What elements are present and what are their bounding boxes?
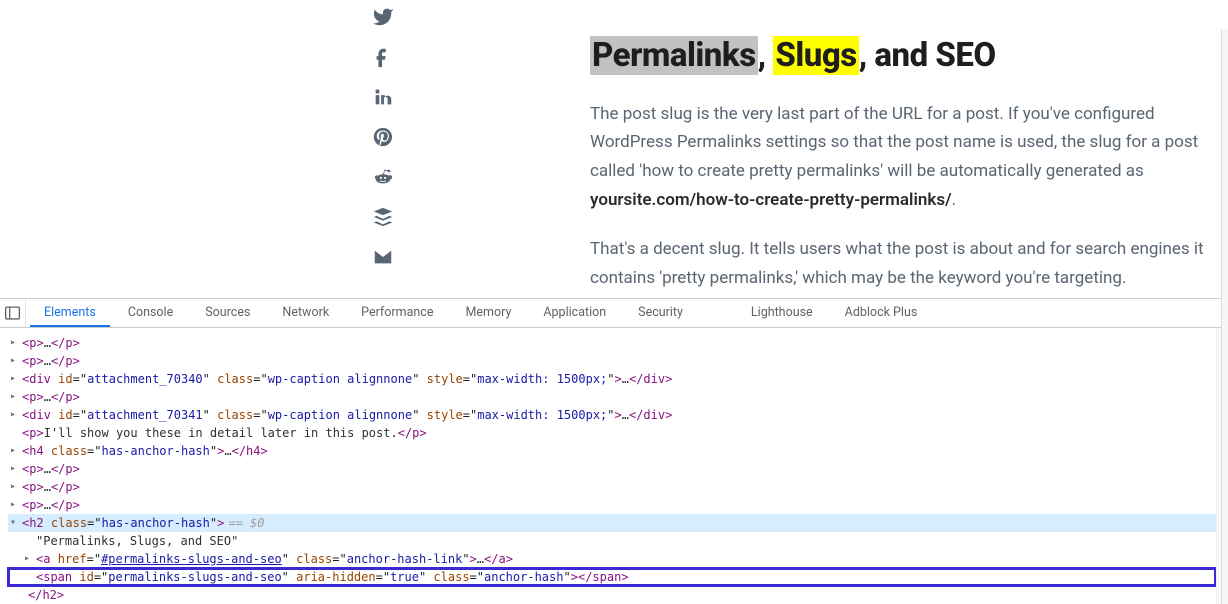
facebook-icon[interactable] bbox=[372, 46, 394, 68]
dom-node[interactable]: <h4 class="has-anchor-hash">…</h4> bbox=[8, 442, 1216, 460]
article-body: Permalinks, Slugs, and SEO The post slug… bbox=[590, 36, 1228, 298]
article-paragraph-2: That's a decent slug. It tells users wha… bbox=[590, 235, 1228, 293]
dom-node[interactable]: <div id="attachment_70341" class="wp-cap… bbox=[8, 406, 1216, 424]
heading-word-slugs: Slugs bbox=[773, 36, 858, 75]
article-paragraph-1: The post slug is the very last part of t… bbox=[590, 100, 1228, 216]
tab-application[interactable]: Application bbox=[529, 299, 620, 327]
dom-node[interactable]: <p>…</p> bbox=[8, 460, 1216, 478]
page-content: Permalinks, Slugs, and SEO The post slug… bbox=[0, 0, 1228, 298]
dom-node-close[interactable]: </h2> bbox=[8, 586, 1216, 604]
tab-console[interactable]: Console bbox=[114, 299, 187, 327]
tab-security[interactable]: Security bbox=[624, 299, 697, 327]
dom-text-node[interactable]: "Permalinks, Slugs, and SEO" bbox=[8, 532, 1216, 550]
dock-side-icon[interactable] bbox=[0, 299, 26, 327]
devtools-body: <p>…</p> <p>…</p> <div id="attachment_70… bbox=[0, 328, 1228, 604]
email-icon[interactable] bbox=[372, 246, 394, 268]
elements-dom-tree[interactable]: <p>…</p> <p>…</p> <div id="attachment_70… bbox=[0, 328, 1216, 604]
tab-sources[interactable]: Sources bbox=[191, 299, 264, 327]
devtools-tabbar: Elements Console Sources Network Perform… bbox=[0, 299, 1228, 328]
tab-network[interactable]: Network bbox=[268, 299, 343, 327]
dom-node[interactable]: <p>…</p> bbox=[8, 496, 1216, 514]
example-url: yoursite.com/how-to-create-pretty-permal… bbox=[590, 190, 952, 210]
social-share-column bbox=[371, 0, 395, 268]
reddit-icon[interactable] bbox=[372, 166, 394, 188]
dom-node[interactable]: <p>I'll show you these in detail later i… bbox=[8, 424, 1216, 442]
dom-node[interactable]: <p>…</p> bbox=[8, 478, 1216, 496]
pinterest-icon[interactable] bbox=[372, 126, 394, 148]
dom-node[interactable]: <p>…</p> bbox=[8, 388, 1216, 406]
dom-node[interactable]: <p>…</p> bbox=[8, 352, 1216, 370]
buffer-icon[interactable] bbox=[372, 206, 394, 228]
tab-performance[interactable]: Performance bbox=[347, 299, 447, 327]
tab-adblock-plus[interactable]: Adblock Plus bbox=[831, 299, 932, 327]
twitter-icon[interactable] bbox=[372, 6, 394, 28]
tab-lighthouse[interactable]: Lighthouse bbox=[737, 299, 827, 327]
dom-node[interactable]: <a href="#permalinks-slugs-and-seo" clas… bbox=[8, 550, 1216, 568]
dom-node-highlighted[interactable]: <span id="permalinks-slugs-and-seo" aria… bbox=[8, 568, 1216, 586]
tab-elements[interactable]: Elements bbox=[30, 299, 110, 327]
article-heading: Permalinks, Slugs, and SEO bbox=[590, 36, 1228, 76]
dom-node-selected[interactable]: <h2 class="has-anchor-hash">== $0 bbox=[8, 514, 1216, 532]
tab-memory[interactable]: Memory bbox=[451, 299, 525, 327]
dom-node[interactable]: <div id="attachment_70340" class="wp-cap… bbox=[8, 370, 1216, 388]
linkedin-icon[interactable] bbox=[372, 86, 394, 108]
heading-word-permalinks: Permalinks bbox=[590, 36, 758, 75]
dom-node[interactable]: <p>…</p> bbox=[8, 334, 1216, 352]
side-panel-stub bbox=[1221, 29, 1228, 604]
devtools-panel: Elements Console Sources Network Perform… bbox=[0, 298, 1228, 604]
